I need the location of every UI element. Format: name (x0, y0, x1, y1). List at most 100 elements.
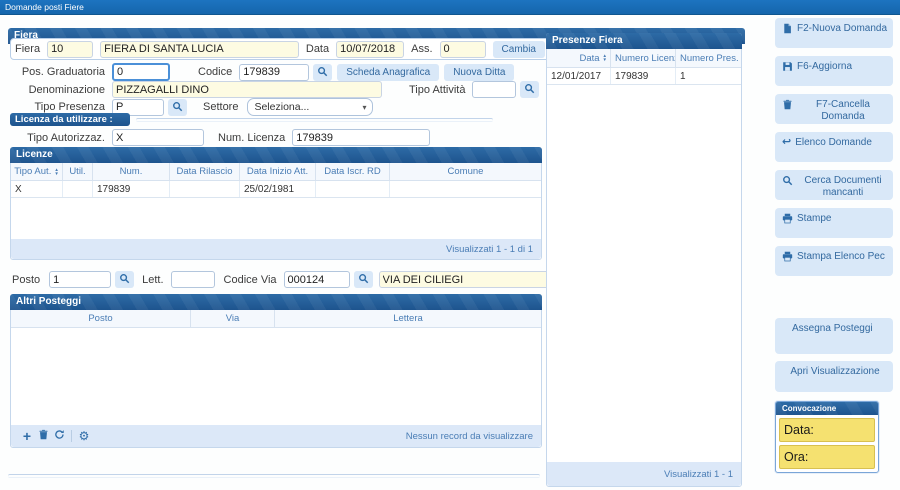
denominazione-row: Denominazione Tipo Attività (10, 81, 539, 98)
refresh-button[interactable] (51, 428, 67, 444)
tipo-attivita-search-button[interactable] (520, 81, 539, 98)
settore-select-value: Seleziona... (254, 101, 309, 113)
altri-posteggi-status: Nessun record da visualizzare (406, 431, 533, 442)
data-input[interactable] (336, 41, 404, 58)
presenze-fiera-header: Presenze Fiera (546, 33, 742, 49)
licenze-table-header: Licenze (10, 147, 542, 163)
table-cell: 179839 (93, 181, 170, 197)
tipo-presenza-label: Tipo Presenza (10, 101, 105, 113)
posto-row: Posto Lett. Codice Via (12, 271, 587, 288)
posto-label: Posto (12, 274, 40, 286)
apri-visualizzazione-label: Apri Visualizzazione (790, 366, 879, 378)
window-title: Domande posti Fiere (5, 2, 84, 12)
plus-icon: + (23, 429, 31, 443)
altri-posteggi-empty-area (11, 328, 541, 425)
stampa-elenco-pec-button[interactable]: Stampa Elenco Pec (775, 246, 893, 276)
scheda-anagrafica-button[interactable]: Scheda Anagrafica (337, 64, 439, 81)
chevron-down-icon: ▾ (362, 103, 366, 112)
pos-graduatoria-input[interactable] (112, 63, 170, 81)
codice-label: Codice (198, 66, 232, 78)
table-cell (390, 181, 541, 197)
pos-graduatoria-label: Pos. Graduatoria (10, 66, 105, 78)
column-header[interactable]: Data Rilascio (170, 163, 240, 180)
licenze-table-row[interactable]: X17983925/02/1981 (11, 181, 541, 198)
sidebar-button-label: Elenco Domande (795, 137, 872, 149)
column-header[interactable]: Posto (11, 310, 191, 327)
table-cell: 12/01/2017 (547, 68, 611, 84)
presenze-empty-area (547, 85, 741, 462)
convocazione-box: Convocazione Data: Ora: (775, 401, 879, 473)
sidebar: F2-Nuova Domanda F6-Aggiorna F7-Cancella D… (775, 18, 893, 473)
elenco-domande-button[interactable]: ↩Elenco Domande (775, 132, 893, 162)
delete-record-button[interactable] (35, 428, 51, 444)
presenze-table-row[interactable]: 12/01/20171798391 (547, 68, 741, 85)
section-divider (136, 118, 493, 122)
tipo-autorizzaz-input[interactable] (112, 129, 204, 146)
sidebar-button-label: Cerca Documenti mancanti (797, 175, 889, 199)
lett-input[interactable] (171, 271, 215, 288)
codice-via-label: Codice Via (224, 274, 277, 286)
fiera-name-input[interactable] (100, 41, 299, 58)
convocazione-ora-field[interactable]: Ora: (779, 445, 875, 469)
altri-posteggi-table-header: Altri Posteggi (10, 294, 542, 310)
denominazione-input[interactable] (112, 81, 382, 98)
codice-via-input[interactable] (284, 271, 350, 288)
licenze-pager-status: Visualizzati 1 - 1 di 1 (446, 244, 533, 255)
codice-via-search-button[interactable] (354, 271, 373, 288)
stampe-button[interactable]: Stampe (775, 208, 893, 238)
f6-aggiorna-button[interactable]: F6-Aggiorna (775, 56, 893, 86)
column-header[interactable]: Numero Licenz (611, 49, 676, 67)
gear-icon: ⚙ (79, 430, 90, 442)
denominazione-label: Denominazione (10, 84, 105, 96)
tipo-attivita-input[interactable] (472, 81, 516, 98)
document-icon (782, 23, 793, 34)
ass-input[interactable] (440, 41, 486, 58)
codice-input[interactable] (239, 64, 309, 81)
column-header[interactable]: Comune (390, 163, 541, 180)
codice-search-button[interactable] (313, 64, 332, 81)
licenze-column-headers: Tipo Aut.▲▼Util.Num.Data RilascioData In… (11, 163, 541, 181)
grid-settings-button[interactable]: ⚙ (76, 428, 92, 444)
posto-search-button[interactable] (115, 271, 134, 288)
column-header[interactable]: Tipo Aut.▲▼ (11, 163, 63, 180)
column-header[interactable]: Via (191, 310, 275, 327)
presenze-pager-status: Visualizzati 1 - 1 (664, 469, 733, 480)
table-cell (170, 181, 240, 197)
nuova-ditta-button[interactable]: Nuova Ditta (444, 64, 514, 81)
column-header[interactable]: Data▲▼ (547, 49, 611, 67)
add-record-button[interactable]: + (19, 428, 35, 444)
column-header[interactable]: Data Inizio Att. (240, 163, 316, 180)
search-icon (358, 272, 369, 287)
convocazione-data-field[interactable]: Data: (779, 418, 875, 442)
search-icon (317, 65, 328, 80)
convocazione-ora-label: Ora: (784, 450, 808, 464)
fiera-number-input[interactable] (47, 41, 93, 58)
tipo-autorizzaz-label: Tipo Autorizzaz. (10, 132, 105, 144)
f7-cancella-domanda-button[interactable]: F7-Cancella Domanda (775, 94, 893, 124)
altri-posteggi-column-headers: PostoViaLettera (11, 310, 541, 328)
assegna-posteggi-label: Assegna Posteggi (792, 323, 873, 335)
assegna-posteggi-button[interactable]: Assegna Posteggi (775, 318, 893, 354)
tipo-attivita-label: Tipo Attività (409, 84, 465, 96)
window-title-bar: Domande posti Fiere (0, 0, 900, 15)
column-header[interactable]: Data Iscr. RD (316, 163, 390, 180)
lett-label: Lett. (142, 274, 163, 286)
column-header[interactable]: Util. (63, 163, 93, 180)
sidebar-button-label: F6-Aggiorna (797, 61, 852, 73)
num-licenza-input[interactable] (292, 129, 430, 146)
column-header[interactable]: Numero Pres. (676, 49, 741, 67)
posto-input[interactable] (49, 271, 111, 288)
apri-visualizzazione-button[interactable]: Apri Visualizzazione (775, 361, 893, 392)
trash-icon (782, 99, 793, 110)
convocazione-header: Convocazione (776, 402, 878, 415)
save-icon (782, 61, 793, 72)
column-header[interactable]: Lettera (275, 310, 541, 327)
cerca-documenti-mancanti-button[interactable]: Cerca Documenti mancanti (775, 170, 893, 200)
column-header[interactable]: Num. (93, 163, 170, 180)
settore-select[interactable]: Seleziona... ▾ (247, 98, 373, 116)
sidebar-button-label: F7-Cancella Domanda (797, 99, 889, 123)
cambia-button[interactable]: Cambia (493, 41, 545, 58)
fiera-summary-row: Fiera Data Ass. Cambia (10, 38, 550, 60)
tipo-presenza-search-button[interactable] (168, 99, 187, 116)
f2-nuova-domanda-button[interactable]: F2-Nuova Domanda (775, 18, 893, 48)
